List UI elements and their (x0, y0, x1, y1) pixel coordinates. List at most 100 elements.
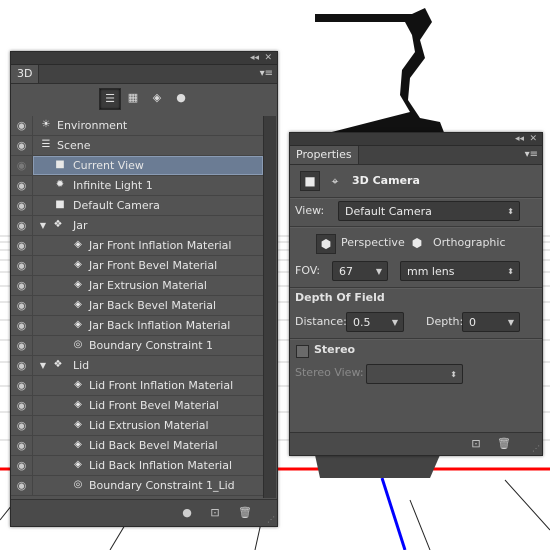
panel-properties: ◂◂ ✕ Properties ▾≡ ■ ⌖ 3D Camera View: D… (289, 132, 543, 456)
tree-row[interactable]: ◉ ■ Current View (11, 156, 263, 176)
visibility-eye-icon[interactable]: ◉ (11, 116, 33, 135)
scene-filter-icon[interactable]: ☰ (99, 88, 121, 110)
delete-icon[interactable]: 🗑 (496, 436, 512, 452)
visibility-eye-icon[interactable]: ◉ (11, 336, 33, 355)
visibility-eye-icon[interactable]: ◉ (11, 276, 33, 295)
resize-grip-icon[interactable]: ⋰ (267, 516, 275, 524)
tree-row[interactable]: ◉ ☰ Scene (11, 136, 263, 156)
filter-toolbar: ☰ ▦ ◈ ● (11, 84, 277, 114)
coordinates-tab-icon[interactable]: ⌖ (326, 172, 344, 190)
tree-row-label: Lid Front Bevel Material (89, 399, 219, 412)
tree-row[interactable]: ◉ ◈ Lid Extrusion Material (11, 416, 263, 436)
close-icon[interactable]: ✕ (529, 133, 537, 145)
stereo-checkbox[interactable] (296, 345, 309, 358)
fov-label: FOV: (295, 264, 321, 277)
add-object-icon[interactable]: ⊡ (468, 436, 484, 452)
environment-icon: ☀ (41, 119, 51, 130)
tab-3d[interactable]: 3D (11, 65, 40, 83)
tree-row-label: Lid Front Inflation Material (89, 379, 234, 392)
expand-toggle-icon[interactable]: ▼ (38, 216, 48, 235)
tree-row-label: Scene (57, 139, 91, 152)
visibility-eye-icon[interactable]: ◉ (11, 476, 33, 495)
tree-row-label: Lid Back Bevel Material (89, 439, 218, 452)
tree-row-label: Jar Front Inflation Material (89, 239, 232, 252)
visibility-eye-icon[interactable]: ◉ (11, 216, 33, 235)
visibility-eye-icon[interactable]: ◉ (11, 396, 33, 415)
chevron-updown-icon: ⬍ (450, 370, 457, 379)
distance-input[interactable]: 0.5 ▼ (346, 312, 404, 332)
dof-title: Depth Of Field (295, 291, 385, 304)
tree-row[interactable]: ◉ ▼ ❖ Lid (11, 356, 263, 376)
add-light-icon[interactable]: ● (179, 505, 195, 521)
tree-row[interactable]: ◉ ◈ Lid Front Bevel Material (11, 396, 263, 416)
panel-3d-titlebar[interactable]: ◂◂ ✕ (11, 52, 277, 65)
mesh-icon: ❖ (53, 219, 63, 230)
fov-input[interactable]: 67 ▼ (332, 261, 388, 281)
visibility-eye-icon[interactable]: ◉ (11, 156, 33, 175)
visibility-eye-icon[interactable]: ◉ (11, 296, 33, 315)
divider (290, 197, 542, 199)
perspective-label[interactable]: Perspective (341, 233, 405, 253)
expand-toggle-icon[interactable]: ▼ (38, 356, 48, 375)
camera-tab-icon[interactable]: ■ (300, 171, 320, 191)
light-filter-icon[interactable]: ● (171, 88, 191, 108)
orthographic-label[interactable]: Orthographic (433, 233, 506, 253)
collapse-icon[interactable]: ◂◂ (515, 133, 524, 145)
tree-row[interactable]: ◉ ◈ Jar Front Bevel Material (11, 256, 263, 276)
tree-row[interactable]: ◉ ☀ Environment (11, 116, 263, 136)
tree-row-label: Jar Back Inflation Material (89, 319, 231, 332)
panel-menu-icon[interactable]: ▾≡ (260, 65, 273, 83)
tree-row[interactable]: ◉ ◈ Jar Back Bevel Material (11, 296, 263, 316)
resize-grip-icon[interactable]: ⋰ (532, 445, 540, 453)
visibility-eye-icon[interactable]: ◉ (11, 256, 33, 275)
tree-row[interactable]: ◉ ■ Default Camera (11, 196, 263, 216)
add-object-icon[interactable]: ⊡ (207, 505, 223, 521)
visibility-eye-icon[interactable]: ◉ (11, 416, 33, 435)
panel-menu-icon[interactable]: ▾≡ (525, 146, 538, 164)
properties-titlebar[interactable]: ◂◂ ✕ (290, 133, 542, 146)
orthographic-icon[interactable]: ⬢ (408, 234, 426, 252)
perspective-icon[interactable]: ⬢ (316, 234, 336, 254)
tree-row[interactable]: ◉ ◎ Boundary Constraint 1 (11, 336, 263, 356)
collapse-icon[interactable]: ◂◂ (250, 52, 259, 64)
visibility-eye-icon[interactable]: ◉ (11, 376, 33, 395)
depth-label: Depth: (426, 315, 464, 328)
material-icon: ◈ (74, 239, 82, 250)
visibility-eye-icon[interactable]: ◉ (11, 136, 33, 155)
visibility-eye-icon[interactable]: ◉ (11, 196, 33, 215)
tree-row[interactable]: ◉ ◈ Jar Front Inflation Material (11, 236, 263, 256)
stereo-label[interactable]: Stereo (314, 340, 355, 360)
lens-select[interactable]: mm lens ⬍ (400, 261, 520, 281)
scrollbar[interactable] (263, 116, 276, 498)
visibility-eye-icon[interactable]: ◉ (11, 436, 33, 455)
chevron-down-icon[interactable]: ▼ (376, 262, 382, 282)
tree-row[interactable]: ◉ ◈ Jar Extrusion Material (11, 276, 263, 296)
panel-3d-footer: ● ⊡ 🗑 ⋰ (11, 499, 277, 526)
tree-row[interactable]: ◉ ◈ Lid Back Bevel Material (11, 436, 263, 456)
tree-row[interactable]: ◉ ▼ ❖ Jar (11, 216, 263, 236)
tree-row[interactable]: ◉ ◈ Jar Back Inflation Material (11, 316, 263, 336)
visibility-eye-icon[interactable]: ◉ (11, 356, 33, 375)
tree-row-label: Infinite Light 1 (73, 179, 153, 192)
material-filter-icon[interactable]: ◈ (147, 88, 167, 108)
tree-row[interactable]: ◉ ◈ Lid Back Inflation Material (11, 456, 263, 476)
tree-row-label: Boundary Constraint 1_Lid (89, 479, 235, 492)
view-select[interactable]: Default Camera ⬍ (338, 201, 520, 221)
tree-row-label: Default Camera (73, 199, 160, 212)
constraint-icon: ◎ (73, 339, 83, 350)
mesh-filter-icon[interactable]: ▦ (123, 88, 143, 108)
visibility-eye-icon[interactable]: ◉ (11, 236, 33, 255)
chevron-down-icon[interactable]: ▼ (508, 313, 514, 333)
visibility-eye-icon[interactable]: ◉ (11, 316, 33, 335)
visibility-eye-icon[interactable]: ◉ (11, 456, 33, 475)
constraint-icon: ◎ (73, 479, 83, 490)
close-icon[interactable]: ✕ (264, 52, 272, 64)
tab-properties[interactable]: Properties (290, 146, 359, 164)
depth-input[interactable]: 0 ▼ (462, 312, 520, 332)
delete-icon[interactable]: 🗑 (237, 505, 253, 521)
chevron-down-icon[interactable]: ▼ (392, 313, 398, 333)
tree-row[interactable]: ◉ ✹ Infinite Light 1 (11, 176, 263, 196)
tree-row[interactable]: ◉ ◈ Lid Front Inflation Material (11, 376, 263, 396)
tree-row[interactable]: ◉ ◎ Boundary Constraint 1_Lid (11, 476, 263, 496)
visibility-eye-icon[interactable]: ◉ (11, 176, 33, 195)
